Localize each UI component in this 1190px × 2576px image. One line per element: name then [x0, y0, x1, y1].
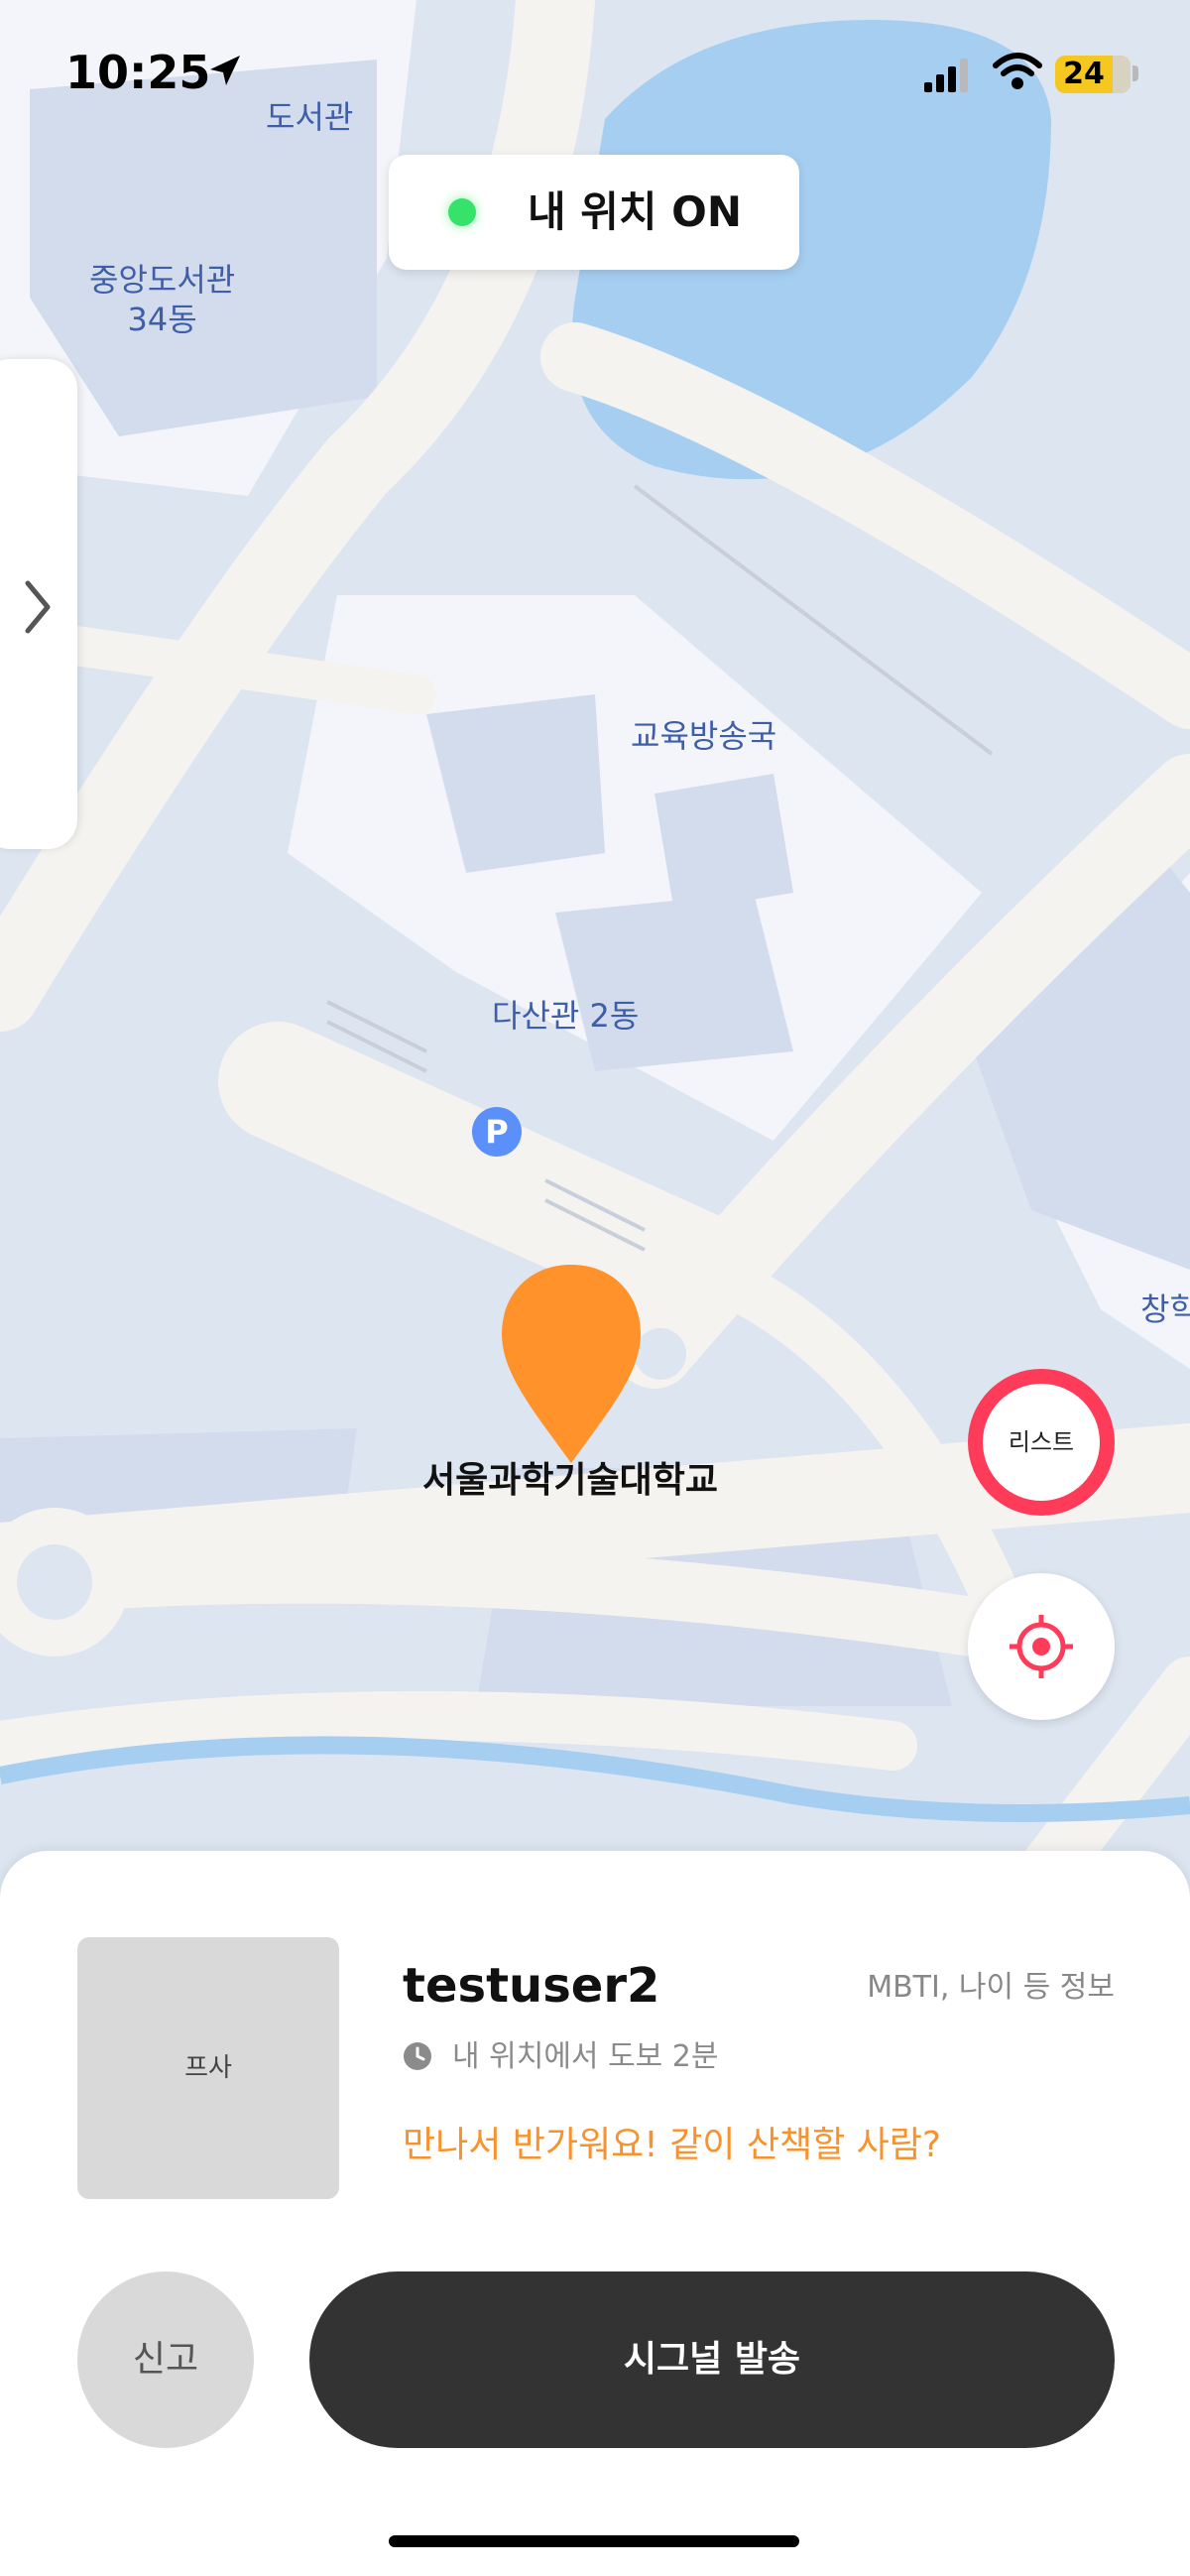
location-toggle[interactable]: 내 위치 ON	[389, 155, 799, 270]
report-button[interactable]: 신고	[77, 2271, 254, 2448]
pin-label: 서울과학기술대학교	[421, 1460, 719, 1501]
location-toggle-label: 내 위치 ON	[528, 187, 743, 236]
chevron-right-icon	[25, 580, 51, 634]
location-status-dot	[448, 198, 476, 226]
map-label-central-library-building: 34동	[127, 301, 197, 338]
battery-level: 24	[1063, 57, 1105, 91]
profile-photo-placeholder: 프사	[184, 2053, 232, 2083]
battery-icon: 24	[1055, 56, 1130, 93]
side-drawer-handle[interactable]	[0, 359, 77, 849]
battery-empty-segment	[1113, 56, 1130, 93]
status-bar: 10:25 24	[0, 0, 1190, 149]
map-label-central-library-name: 중앙도서관	[89, 261, 236, 299]
location-arrow-icon	[210, 56, 240, 85]
status-time: 10:25	[65, 46, 211, 99]
location-pin-icon[interactable]	[498, 1265, 645, 1463]
cellular-signal-icon	[924, 59, 968, 92]
crosshair-icon	[1010, 1615, 1073, 1678]
map-label-broadcast: 교육방송국	[631, 717, 777, 755]
profile-photo[interactable]: 프사	[77, 1937, 339, 2199]
send-signal-button[interactable]: 시그널 발송	[309, 2271, 1115, 2448]
user-message: 만나서 반가워요! 같이 산책할 사람?	[403, 2125, 941, 2165]
battery-tip	[1132, 65, 1138, 81]
map-label-central-library: 중앙도서관 34동	[89, 260, 235, 339]
wifi-icon	[993, 53, 1042, 89]
parking-icon[interactable]: P	[472, 1107, 522, 1157]
list-button[interactable]: 리스트	[968, 1369, 1115, 1516]
map-label-changhak: 창학	[1140, 1290, 1190, 1328]
map-label-dasan: 다산관 2동	[492, 997, 640, 1035]
username: testuser2	[403, 1958, 660, 2014]
clock-icon	[404, 2042, 431, 2070]
current-location-button[interactable]	[968, 1573, 1115, 1720]
user-info: MBTI, 나이 등 정보	[867, 1970, 1115, 2005]
home-indicator[interactable]	[389, 2535, 799, 2547]
walking-distance: 내 위치에서 도보 2분	[452, 2039, 719, 2074]
list-button-label: 리스트	[983, 1384, 1100, 1501]
